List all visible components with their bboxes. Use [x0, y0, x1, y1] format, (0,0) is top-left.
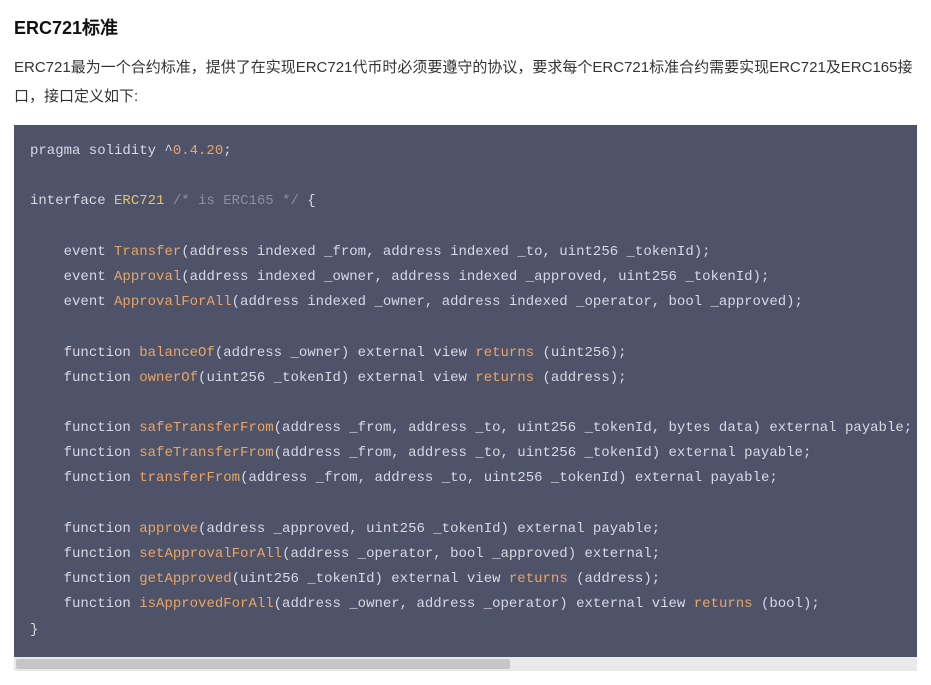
code-text: 0.4.20: [173, 143, 223, 159]
code-text: ERC721: [114, 193, 164, 209]
code-text: (address indexed _owner, address indexed…: [232, 294, 803, 310]
code-text: (address indexed _owner, address indexed…: [181, 269, 769, 285]
intro-paragraph: ERC721最为一个合约标准，提供了在实现ERC721代币时必须要遵守的协议，要…: [14, 54, 917, 111]
code-text: transferFrom: [139, 470, 240, 486]
code-text: (address _owner) external view: [215, 345, 475, 361]
code-text: (address);: [568, 571, 660, 587]
code-text: safeTransferFrom: [139, 420, 273, 436]
code-text: getApproved: [139, 571, 231, 587]
code-text: (address _from, address _to, uint256 _to…: [240, 470, 778, 486]
code-text: event: [64, 269, 106, 285]
code-text: (address indexed _from, address indexed …: [181, 244, 710, 260]
code-text: function: [64, 546, 131, 562]
code-text: returns: [694, 596, 753, 612]
code-text: setApprovalForAll: [139, 546, 282, 562]
code-text: {: [307, 193, 315, 209]
code-text: pragma solidity ^: [30, 143, 173, 159]
code-text: (address _approved, uint256 _tokenId) ex…: [198, 521, 660, 537]
code-text: ;: [223, 143, 231, 159]
scrollbar-thumb[interactable]: [16, 659, 510, 669]
code-text: event: [64, 244, 106, 260]
code-text: function: [64, 596, 131, 612]
code-text: (bool);: [753, 596, 820, 612]
code-text: approve: [139, 521, 198, 537]
code-block: pragma solidity ^0.4.20; interface ERC72…: [14, 125, 917, 657]
code-text: /* is ERC165 */: [173, 193, 299, 209]
code-text: returns: [475, 345, 534, 361]
code-text: function: [64, 470, 131, 486]
code-text: event: [64, 294, 106, 310]
code-text: function: [64, 571, 131, 587]
code-text: balanceOf: [139, 345, 215, 361]
code-text: (address _operator, bool _approved) exte…: [282, 546, 660, 562]
code-text: (uint256 _tokenId) external view: [198, 370, 475, 386]
code-text: ApprovalForAll: [114, 294, 232, 310]
code-text: (uint256 _tokenId) external view: [232, 571, 509, 587]
code-text: Transfer: [114, 244, 181, 260]
code-text: safeTransferFrom: [139, 445, 273, 461]
code-text: isApprovedForAll: [139, 596, 273, 612]
code-text: interface: [30, 193, 106, 209]
code-text: (address _from, address _to, uint256 _to…: [274, 420, 913, 436]
code-text: (address);: [534, 370, 626, 386]
code-text: function: [64, 420, 131, 436]
code-text: (address _owner, address _operator) exte…: [274, 596, 694, 612]
code-text: function: [64, 521, 131, 537]
code-text: returns: [475, 370, 534, 386]
code-text: (address _from, address _to, uint256 _to…: [274, 445, 812, 461]
code-text: function: [64, 445, 131, 461]
code-text: returns: [509, 571, 568, 587]
code-text: }: [30, 622, 38, 638]
code-text: Approval: [114, 269, 181, 285]
code-text: function: [64, 370, 131, 386]
code-text: function: [64, 345, 131, 361]
section-heading: ERC721标准: [14, 14, 917, 40]
code-text: ownerOf: [139, 370, 198, 386]
code-text: (uint256);: [534, 345, 626, 361]
horizontal-scrollbar[interactable]: [14, 657, 917, 671]
